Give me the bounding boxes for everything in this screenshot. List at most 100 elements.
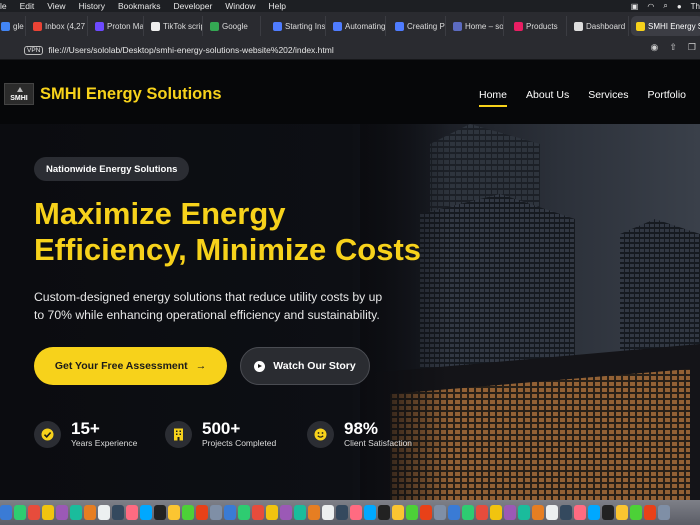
nav-services[interactable]: Services [588, 89, 628, 107]
proton-favicon-icon [95, 21, 104, 31]
dock-app-icon[interactable] [28, 505, 40, 520]
dock-app-icon[interactable] [532, 505, 544, 520]
dock-app-icon[interactable] [280, 505, 292, 520]
hero-badge: Nationwide Energy Solutions [34, 157, 190, 181]
menu-app[interactable]: le [0, 1, 7, 11]
dock-app-icon[interactable] [476, 505, 488, 520]
dock-app-icon[interactable] [448, 505, 460, 520]
dock-app-icon[interactable] [126, 505, 138, 520]
dock-app-icon[interactable] [84, 505, 96, 520]
dock-app-icon[interactable] [602, 505, 614, 520]
dock-app-icon[interactable] [658, 505, 670, 520]
dock-app-icon[interactable] [574, 505, 586, 520]
dock-app-icon[interactable] [630, 505, 642, 520]
dock-app-icon[interactable] [70, 505, 82, 520]
dock-app-icon[interactable] [462, 505, 474, 520]
dock-app-icon[interactable] [154, 505, 166, 520]
dock-app-icon[interactable] [224, 505, 236, 520]
dock-app-icon[interactable] [518, 505, 530, 520]
dock-app-icon[interactable] [140, 505, 152, 520]
tab-creating-pd[interactable]: Creating PD [390, 16, 446, 36]
dock-app-icon[interactable] [56, 505, 68, 520]
search-icon[interactable]: ⌕ [663, 1, 667, 11]
watch-story-button[interactable]: Watch Our Story [240, 347, 370, 385]
camera-icon[interactable]: ◉ [651, 42, 659, 53]
dock-app-icon[interactable] [490, 505, 502, 520]
copy-icon[interactable]: ❐ [688, 42, 696, 53]
dock-app-icon[interactable] [98, 505, 110, 520]
nav-portfolio[interactable]: Portfolio [647, 89, 686, 107]
dock-app-icon[interactable] [42, 505, 54, 520]
dock-app-icon[interactable] [308, 505, 320, 520]
dock-app-icon[interactable] [182, 505, 194, 520]
dock-app-icon[interactable] [336, 505, 348, 520]
dashboard-favicon-icon [574, 21, 583, 31]
products-favicon-icon [514, 21, 523, 31]
macos-menubar: le Edit View History Bookmarks Developer… [0, 0, 700, 12]
dock-app-icon[interactable] [406, 505, 418, 520]
hero-headline: Maximize Energy Efficiency, Minimize Cos… [34, 196, 421, 268]
dock-app-icon[interactable] [168, 505, 180, 520]
stat-satisfaction: 98% Client Satisfaction [307, 420, 412, 448]
tab-products[interactable]: Products [509, 16, 567, 36]
stat-projects-number: 500+ [202, 419, 241, 438]
share-icon[interactable]: ⇧ [669, 42, 677, 53]
tab-inbox[interactable]: Inbox (4,27 [28, 16, 88, 36]
dock-app-icon[interactable] [196, 505, 208, 520]
tab-google-partial[interactable]: gle [0, 16, 26, 36]
tab-google[interactable]: Google [205, 16, 261, 36]
dock-app-icon[interactable] [546, 505, 558, 520]
dock-app-icon[interactable] [322, 505, 334, 520]
menu-developer[interactable]: Developer [174, 1, 213, 11]
tab-dashboard[interactable]: Dashboard [569, 16, 629, 36]
url-text[interactable]: file:///Users/sololab/Desktop/smhi-energ… [48, 45, 333, 55]
dock-app-icon[interactable] [378, 505, 390, 520]
tab-proton-mail[interactable]: Proton Mail [90, 16, 144, 36]
tab-home-sol[interactable]: Home – sol [448, 16, 504, 36]
menu-view[interactable]: View [47, 1, 65, 11]
brand-name[interactable]: SMHI Energy Solutions [40, 85, 222, 104]
dock-app-icon[interactable] [616, 505, 628, 520]
tiktok-favicon-icon [151, 21, 160, 31]
tab-automating[interactable]: Automating [328, 16, 386, 36]
menu-history[interactable]: History [79, 1, 105, 11]
dock-app-icon[interactable] [588, 505, 600, 520]
dock-app-icon[interactable] [266, 505, 278, 520]
dock-app-icon[interactable] [504, 505, 516, 520]
free-assessment-button[interactable]: Get Your Free Assessment → [34, 347, 227, 385]
dock-app-icon[interactable] [210, 505, 222, 520]
nav-about-us[interactable]: About Us [526, 89, 569, 107]
siri-icon[interactable]: ● [677, 2, 682, 11]
dock-app-icon[interactable] [434, 505, 446, 520]
dock-app-icon[interactable] [238, 505, 250, 520]
dock-app-icon[interactable] [252, 505, 264, 520]
tab-tiktok-script[interactable]: TikTok scrip [146, 16, 203, 36]
dock-app-icon[interactable] [560, 505, 572, 520]
menu-window[interactable]: Window [225, 1, 255, 11]
dock-app-icon[interactable] [294, 505, 306, 520]
address-field[interactable]: VPN file:///Users/sololab/Desktop/smhi-e… [24, 42, 632, 58]
headline-line-2: Efficiency, Minimize Costs [34, 232, 422, 267]
address-bar-actions: ◉ ⇧ ❐ [651, 42, 696, 53]
menu-help[interactable]: Help [269, 1, 286, 11]
tab-starting-ins[interactable]: Starting Ins [268, 16, 326, 36]
menu-edit[interactable]: Edit [20, 1, 35, 11]
stat-satisfaction-text: 98% Client Satisfaction [344, 420, 412, 449]
dock-app-icon[interactable] [112, 505, 124, 520]
vpn-badge[interactable]: VPN [24, 45, 44, 55]
wifi-icon[interactable]: ◠ [647, 2, 654, 11]
notion-icon[interactable]: ▣ [631, 2, 639, 11]
dock-app-icon[interactable] [420, 505, 432, 520]
dock-app-icon[interactable] [14, 505, 26, 520]
tab-smhi-active[interactable]: SMHI Energy Sol [631, 16, 700, 36]
site-logo[interactable]: SMHI [4, 83, 34, 105]
dock-app-icon[interactable] [350, 505, 362, 520]
dock-app-icon[interactable] [0, 505, 12, 520]
smhi-favicon-icon [636, 21, 645, 31]
dock-app-icon[interactable] [392, 505, 404, 520]
logo-mark-icon [17, 87, 23, 92]
dock-app-icon[interactable] [644, 505, 656, 520]
dock-app-icon[interactable] [364, 505, 376, 520]
nav-home[interactable]: Home [479, 89, 508, 107]
menu-bookmarks[interactable]: Bookmarks [118, 1, 161, 11]
